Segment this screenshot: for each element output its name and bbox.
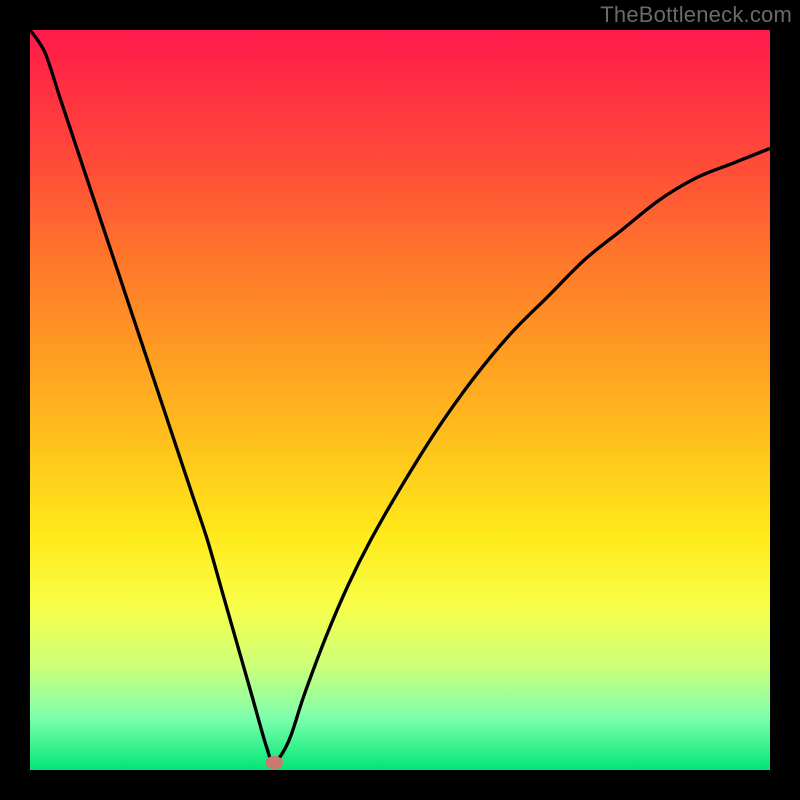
bottleneck-curve — [30, 30, 770, 763]
chart-svg — [30, 30, 770, 770]
bottleneck-marker — [265, 756, 283, 769]
chart-plot-area — [30, 30, 770, 770]
watermark-text: TheBottleneck.com — [600, 2, 792, 28]
